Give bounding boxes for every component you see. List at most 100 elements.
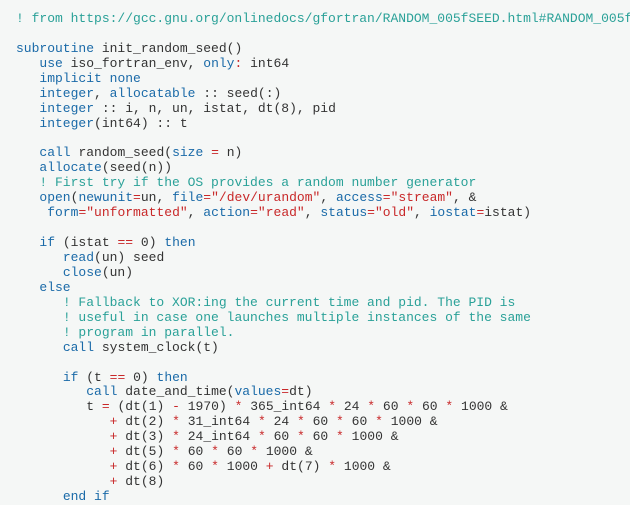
keyword: status [320,205,367,220]
operator: * [445,399,453,414]
operator: * [336,429,344,444]
number: 0 [141,235,149,250]
keyword: implicit [39,71,101,86]
identifier: istat) [484,205,531,220]
string: "stream" [391,190,453,205]
keyword: none [110,71,141,86]
identifier: dt( [125,429,148,444]
identifier: (istat [63,235,110,250]
keyword: end [63,489,86,504]
number: 1 [149,399,157,414]
identifier: t [86,399,94,414]
operator: : [234,56,242,71]
identifier: :: i, n, un, istat, dt( [102,101,281,116]
number: 7 [305,459,313,474]
identifier: ) [219,399,227,414]
identifier: dt( [125,414,148,429]
number: 60 [383,399,399,414]
number: 60 [188,459,204,474]
identifier: ) [313,459,321,474]
number: 0 [133,370,141,385]
string: "old" [375,205,414,220]
comment-line: ! program in parallel. [63,325,235,340]
identifier: ) [156,444,164,459]
comment-line: ! Fallback to XOR:ing the current time a… [63,295,515,310]
operator: + [110,459,118,474]
operator: * [297,414,305,429]
identifier: , [305,205,313,220]
identifier: un, [141,190,164,205]
number: 24 [188,429,204,444]
operator: = [383,190,391,205]
operator: * [375,414,383,429]
operator: * [250,444,258,459]
keyword: then [157,370,188,385]
operator: = [250,205,258,220]
operator: * [258,414,266,429]
number: 1000 [344,459,375,474]
operator: = [102,399,110,414]
number: 60 [352,414,368,429]
number: 60 [313,414,329,429]
keyword: close [63,265,102,280]
comment-line: ! useful in case one launches multiple i… [63,310,531,325]
operator: + [110,474,118,489]
identifier: system_clock(t) [102,340,219,355]
number: 60 [227,444,243,459]
identifier: n) [227,145,243,160]
number: 60 [188,444,204,459]
identifier: ) [149,235,157,250]
operator: = [203,190,211,205]
number: 31 [188,414,204,429]
number: 60 [422,399,438,414]
operator: * [172,459,180,474]
identifier: dt( [125,459,148,474]
identifier: & [383,459,391,474]
identifier: ) [156,429,164,444]
operator: == [117,235,133,250]
identifier: & [430,414,438,429]
keyword: call [63,340,94,355]
identifier: ), pid [289,101,336,116]
operator: * [211,444,219,459]
keyword: call [86,384,117,399]
keyword: call [39,145,70,160]
keyword: access [336,190,383,205]
identifier: _int64 [274,399,321,414]
operator: * [172,429,180,444]
identifier: dt( [125,474,148,489]
number: 1000 [227,459,258,474]
identifier: dt) [289,384,312,399]
code-block: ! from https://gcc.gnu.org/onlinedocs/gf… [0,0,630,505]
number: 60 [313,429,329,444]
identifier: , & [453,190,476,205]
identifier: date_and_time( [125,384,234,399]
identifier: ) [156,474,164,489]
identifier: random_seed( [78,145,172,160]
keyword: allocate [39,160,101,175]
string: "read" [258,205,305,220]
keyword: only [203,56,234,71]
operator: * [406,399,414,414]
identifier: (un) seed [94,250,164,265]
string: "/dev/urandom" [211,190,320,205]
identifier: & [305,444,313,459]
keyword: integer [39,86,94,101]
operator: = [211,145,219,160]
operator: * [336,414,344,429]
number: 365 [250,399,273,414]
operator: * [172,414,180,429]
keyword: values [234,384,281,399]
identifier: , [94,86,102,101]
number: 8 [281,101,289,116]
operator: * [235,399,243,414]
identifier: (t [86,370,102,385]
operator: + [266,459,274,474]
keyword: allocatable [110,86,196,101]
operator: * [367,399,375,414]
comment-line: ! from https://gcc.gnu.org/onlinedocs/gf… [16,11,630,26]
identifier: , [414,205,422,220]
operator: * [211,459,219,474]
operator: * [172,444,180,459]
identifier: init_random_seed() [102,41,242,56]
